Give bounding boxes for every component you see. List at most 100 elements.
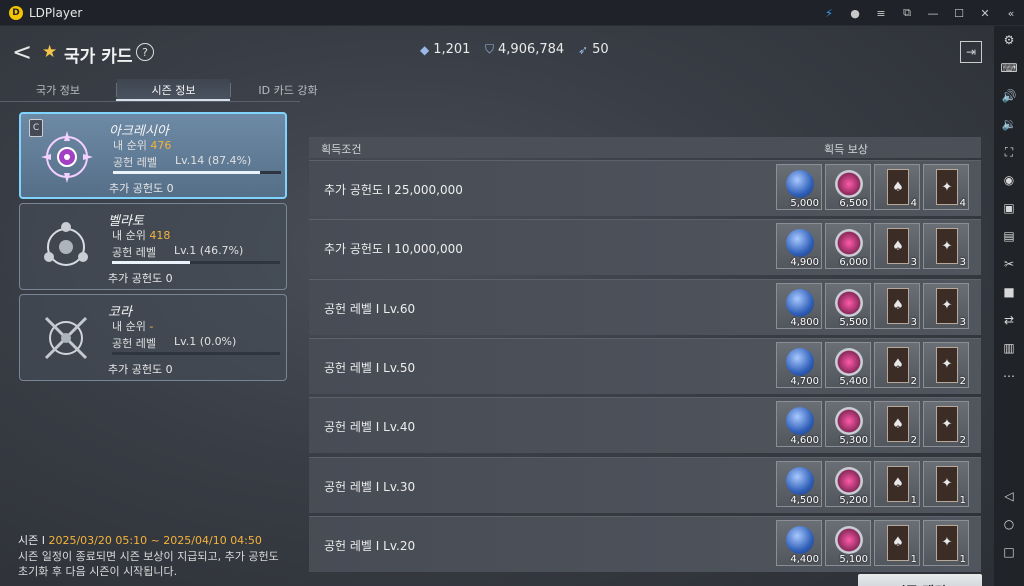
menu-icon[interactable]: ≡ [868, 0, 894, 26]
pink-medal-icon [835, 525, 863, 554]
reward-item[interactable]: 5,400 [825, 341, 871, 388]
nation-card-acresia[interactable]: C 아크레시아 내 순위 476 공헌 레벨 Lv.14 (87.4%) 추가 공… [19, 112, 287, 199]
reward-item[interactable]: ♠ 2 [874, 341, 920, 388]
mask-card-icon: ♠ [887, 228, 909, 265]
cross-card-icon: ✦ [936, 346, 958, 383]
maximize-icon[interactable]: ☐ [946, 0, 972, 26]
reward-item[interactable]: ✦ 2 [923, 401, 969, 448]
reward-condition: 공헌 레벨 I Lv.20 [324, 538, 416, 553]
nation-card-bellato[interactable]: 벨라토 내 순위 418 공헌 레벨 Lv.1 (46.7%) 추가 공헌도 0 [19, 203, 287, 290]
reward-item[interactable]: ✦ 2 [923, 341, 969, 388]
reward-item[interactable]: 4,700 [776, 341, 822, 388]
pink-medal-icon [835, 347, 863, 376]
reward-item[interactable]: 5,200 [825, 460, 871, 507]
reward-item[interactable]: ♠ 4 [874, 164, 920, 210]
cross-card-icon: ✦ [936, 228, 958, 265]
close-icon[interactable]: ✕ [972, 0, 998, 26]
screenshot-icon[interactable]: ▥ [994, 334, 1024, 362]
install-apk-icon[interactable]: ▣ [994, 194, 1024, 222]
reward-item[interactable]: ✦ 4 [923, 164, 969, 210]
level-progress-bar [112, 261, 280, 264]
reward-item[interactable]: 5,500 [825, 282, 871, 329]
multi-instance-icon[interactable]: ▤ [994, 222, 1024, 250]
reward-item[interactable]: 5,000 [776, 164, 822, 210]
level-progress-bar [112, 352, 280, 355]
reward-item[interactable]: 5,100 [825, 519, 871, 566]
cross-card-icon: ✦ [936, 169, 958, 205]
blue-coin-icon [786, 288, 814, 317]
exit-button[interactable]: ⇥ [960, 41, 982, 63]
reward-item[interactable]: 4,900 [776, 223, 822, 270]
contribution-level: 공헌 레벨 Lv.1 (0.0%) [112, 335, 237, 350]
pink-medal-icon [835, 288, 863, 317]
mask-card-icon: ♠ [887, 169, 909, 205]
mask-card-icon: ♠ [887, 524, 909, 561]
reward-item[interactable]: ♠ 1 [874, 519, 920, 566]
emulator-sidebar: ⚙ ⌨ 🔊 🔉 ⛶ ◉ ▣ ▤ ✂ ■ ⇄ ▥ ⋯ ◁ ○ □ [994, 26, 1024, 586]
pink-medal-icon [835, 466, 863, 495]
reward-items: 5,000 6,500 ♠ 4 ✦ 4 [776, 164, 969, 210]
reward-item[interactable]: ✦ 1 [923, 460, 969, 507]
season-note: 시즌 일정이 종료되면 시즌 보상이 지급되고, 추가 공헌도 초기화 후 다음… [18, 550, 279, 578]
game-viewport: < ★ 국가 카드 ? ◆ 1,201 ⛉ 4,906,784 ➶ 50 ⇥ 국가 정… [0, 26, 994, 586]
acresia-emblem-icon [39, 129, 95, 185]
reward-item[interactable]: 4,400 [776, 519, 822, 566]
blue-coin-icon [786, 466, 814, 495]
app-title: LDPlayer [29, 5, 83, 20]
volume-down-icon[interactable]: 🔉 [994, 110, 1024, 138]
col-condition: 획득조건 [321, 143, 362, 156]
fullscreen-icon[interactable]: ⛶ [994, 138, 1024, 166]
cross-card-icon: ✦ [936, 465, 958, 502]
cross-card-icon: ✦ [936, 287, 958, 324]
settings-icon[interactable]: ⚙ [994, 26, 1024, 54]
location-icon[interactable]: ◉ [994, 166, 1024, 194]
keyboard-icon[interactable]: ⌨ [994, 54, 1024, 82]
reward-item[interactable]: ♠ 1 [874, 460, 920, 507]
level-progress-bar [113, 171, 281, 174]
account-icon[interactable]: ● [842, 0, 868, 26]
tab-id-card-upgrade[interactable]: ID 카드 강화 [231, 79, 345, 101]
reward-item[interactable]: 4,800 [776, 282, 822, 329]
tab-season-info[interactable]: 시즌 정보 [117, 79, 230, 101]
pink-medal-icon [835, 229, 863, 258]
collapse-sidebar-icon[interactable]: « [998, 0, 1024, 26]
currency-shield: ⛉ 4,906,784 [485, 42, 565, 57]
pink-medal-icon [835, 407, 863, 436]
season-ranking-button[interactable]: 시즌 랭킹 [858, 574, 982, 586]
reward-item[interactable]: 6,500 [825, 164, 871, 210]
help-button[interactable]: ? [136, 43, 154, 61]
reward-item[interactable]: ✦ 3 [923, 223, 969, 270]
record-icon[interactable]: ■ [994, 278, 1024, 306]
reward-items: 4,800 5,500 ♠ 3 ✦ 3 [776, 282, 969, 329]
android-back-icon[interactable]: ◁ [994, 482, 1024, 510]
reward-item[interactable]: ♠ 3 [874, 282, 920, 329]
reward-item[interactable]: ♠ 2 [874, 401, 920, 448]
minimize-icon[interactable]: — [920, 0, 946, 26]
reward-item[interactable]: ✦ 1 [923, 519, 969, 566]
reward-item[interactable]: ♠ 3 [874, 223, 920, 270]
reward-row: 공헌 레벨 I Lv.20 4,400 5,100 ♠ 1 ✦ 1 [309, 515, 981, 572]
reward-item[interactable]: 5,300 [825, 401, 871, 448]
reward-condition: 추가 공헌도 I 25,000,000 [324, 183, 463, 197]
back-button[interactable]: < [12, 39, 32, 65]
sync-icon[interactable]: ⇄ [994, 306, 1024, 334]
boost-icon[interactable]: ⚡ [816, 0, 842, 26]
my-rank: 내 순위 418 [112, 229, 171, 242]
popout-icon[interactable]: ⧉ [894, 0, 920, 26]
reward-item[interactable]: 6,000 [825, 223, 871, 270]
reward-condition: 추가 공헌도 I 10,000,000 [324, 242, 463, 257]
more-icon[interactable]: ⋯ [994, 362, 1024, 390]
reward-item[interactable]: 4,500 [776, 460, 822, 507]
scissors-icon[interactable]: ✂ [994, 250, 1024, 278]
contribution-level: 공헌 레벨 Lv.14 (87.4%) [113, 154, 252, 169]
mask-card-icon: ♠ [887, 346, 909, 383]
volume-up-icon[interactable]: 🔊 [994, 82, 1024, 110]
blue-coin-icon [786, 525, 814, 554]
nation-card-cora[interactable]: 코라 내 순위 - 공헌 레벨 Lv.1 (0.0%) 추가 공헌도 0 [19, 294, 287, 381]
reward-item[interactable]: 4,600 [776, 401, 822, 448]
reward-item[interactable]: ✦ 3 [923, 282, 969, 329]
tab-nation-info[interactable]: 국가 정보 [0, 79, 116, 101]
android-home-icon[interactable]: ○ [994, 510, 1024, 538]
android-recent-icon[interactable]: □ [994, 538, 1024, 566]
ldplayer-logo-icon: D [9, 5, 23, 20]
